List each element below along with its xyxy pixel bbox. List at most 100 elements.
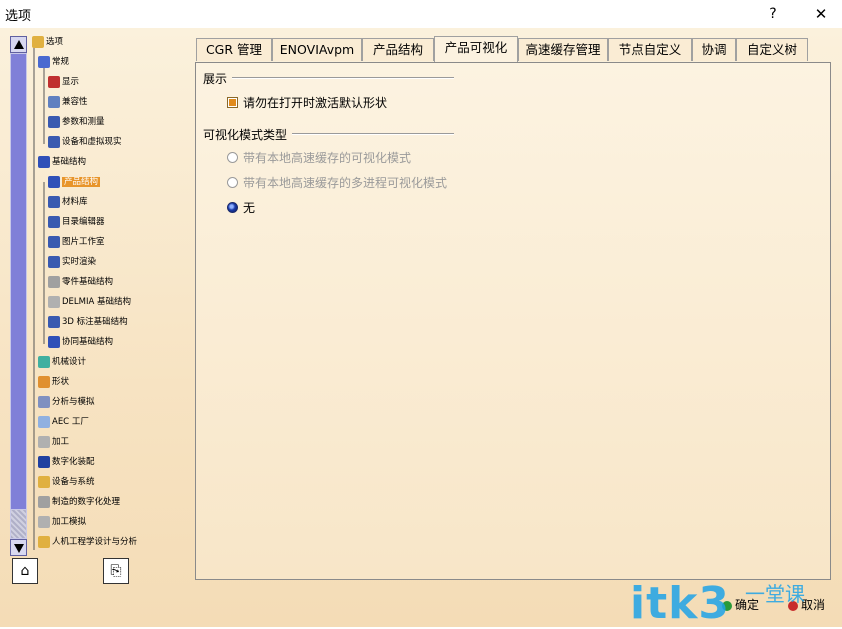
help-button[interactable]: ? bbox=[760, 3, 786, 25]
parameters-icon bbox=[48, 116, 60, 128]
tree-item[interactable]: 数字化装配 bbox=[38, 454, 95, 470]
tree-item-label: 人机工程学设计与分析 bbox=[52, 537, 138, 547]
tab-cgr-management[interactable]: CGR 管理 bbox=[196, 38, 272, 61]
tree-item-label: 材料库 bbox=[62, 197, 88, 207]
shape-icon bbox=[38, 376, 50, 388]
tree-item[interactable]: 实时渲染 bbox=[48, 254, 96, 270]
general-icon bbox=[38, 56, 50, 68]
tree-item[interactable]: AEC 工厂 bbox=[38, 414, 89, 430]
tree-item[interactable]: 设备与系统 bbox=[38, 474, 95, 490]
radio-local-cache[interactable] bbox=[227, 152, 238, 163]
default-shape-checkbox-label[interactable]: 请勿在打开时激活默认形状 bbox=[243, 94, 387, 111]
product-structure-icon bbox=[48, 176, 60, 188]
part-infrastructure-icon bbox=[48, 276, 60, 288]
watermark-logo: itk3 bbox=[630, 578, 730, 629]
compatibility-icon bbox=[48, 96, 60, 108]
tree-item[interactable]: 协同基础结构 bbox=[48, 334, 113, 350]
tree-item-label: 3D 标注基础结构 bbox=[62, 317, 128, 327]
viz-mode-group-divider bbox=[292, 133, 454, 135]
realtime-render-icon bbox=[48, 256, 60, 268]
tree-item-label: 基础结构 bbox=[52, 157, 87, 167]
tree-item-label: 加工 bbox=[52, 437, 70, 447]
title-bar: 选项 ? ✕ bbox=[0, 0, 842, 28]
radio-multiprocess-cache-label[interactable]: 带有本地高速缓存的多进程可视化模式 bbox=[243, 174, 447, 191]
photo-studio-icon bbox=[48, 236, 60, 248]
tree-item[interactable]: 分析与模拟 bbox=[38, 394, 95, 410]
scroll-thumb[interactable] bbox=[11, 54, 26, 509]
home-icon[interactable]: ⌂ bbox=[12, 558, 38, 584]
options-icon bbox=[32, 36, 44, 48]
tree-item-label: 常规 bbox=[52, 57, 70, 67]
digital-mockup-icon bbox=[38, 456, 50, 468]
tree-item[interactable]: 材料库 bbox=[48, 194, 88, 210]
display-icon bbox=[48, 76, 60, 88]
delmia-icon bbox=[48, 296, 60, 308]
scroll-track[interactable] bbox=[11, 510, 26, 538]
scroll-up-arrow-icon[interactable] bbox=[10, 36, 27, 53]
default-shape-checkbox[interactable] bbox=[227, 97, 238, 108]
tree-item[interactable]: 加工 bbox=[38, 434, 69, 450]
tree-item-label: 设备和虚拟现实 bbox=[62, 137, 122, 147]
tree-item-label: 零件基础结构 bbox=[62, 277, 114, 287]
tree-item[interactable]: 3D 标注基础结构 bbox=[48, 314, 128, 330]
tree-item[interactable]: 制造的数字化处理 bbox=[38, 494, 120, 510]
tree-item-label: 目录编辑器 bbox=[62, 217, 105, 227]
radio-local-cache-label[interactable]: 带有本地高速缓存的可视化模式 bbox=[243, 149, 411, 166]
scroll-down-arrow-icon[interactable] bbox=[10, 539, 27, 556]
tab-product-structure[interactable]: 产品结构 bbox=[362, 38, 434, 61]
watermark-sub: 一堂课 bbox=[745, 582, 805, 606]
tree-item[interactable]: 基础结构 bbox=[38, 154, 86, 170]
tree-scrollbar[interactable] bbox=[10, 36, 27, 556]
tree-item[interactable]: 形状 bbox=[38, 374, 69, 390]
tree-item[interactable]: 参数和测量 bbox=[48, 114, 105, 130]
tree-item-label: 制造的数字化处理 bbox=[52, 497, 121, 507]
reset-settings-icon[interactable]: ⎘ bbox=[103, 558, 129, 584]
radio-multiprocess-cache[interactable] bbox=[227, 177, 238, 188]
tab-product-visualization[interactable]: 产品可视化 bbox=[434, 36, 518, 62]
tree-item-label: 形状 bbox=[52, 377, 70, 387]
tree-item[interactable]: 兼容性 bbox=[48, 94, 88, 110]
collaboration-icon bbox=[48, 336, 60, 348]
tree-item[interactable]: 零件基础结构 bbox=[48, 274, 113, 290]
tab-node-customization[interactable]: 节点自定义 bbox=[608, 38, 692, 61]
tree-item[interactable]: 加工模拟 bbox=[38, 514, 86, 530]
tab-reconcile[interactable]: 协调 bbox=[692, 38, 736, 61]
tab-cache-management[interactable]: 高速缓存管理 bbox=[518, 38, 608, 61]
tree-item[interactable]: DELMIA 基础结构 bbox=[48, 294, 131, 310]
manufacturing-icon bbox=[38, 496, 50, 508]
aec-plant-icon bbox=[38, 416, 50, 428]
tree-item[interactable]: 人机工程学设计与分析 bbox=[38, 534, 137, 550]
tree-item[interactable]: 显示 bbox=[48, 74, 79, 90]
tree-item-label: 数字化装配 bbox=[52, 457, 95, 467]
radio-none[interactable] bbox=[227, 202, 238, 213]
tree-item[interactable]: 产品结构 bbox=[48, 174, 101, 190]
tree-item-label: 产品结构 bbox=[62, 177, 101, 187]
3d-annotation-icon bbox=[48, 316, 60, 328]
tree-item-label: DELMIA 基础结构 bbox=[62, 297, 132, 307]
viz-mode-group-title: 可视化模式类型 bbox=[203, 128, 288, 142]
tree-item-label: AEC 工厂 bbox=[52, 417, 89, 427]
tab-enoviavpm[interactable]: ENOVIAvpm bbox=[272, 38, 362, 61]
tree-item-label: 加工模拟 bbox=[52, 517, 87, 527]
display-group-divider bbox=[232, 77, 454, 79]
close-button[interactable]: ✕ bbox=[808, 3, 834, 25]
display-group-title: 展示 bbox=[203, 72, 228, 86]
infrastructure-icon bbox=[38, 156, 50, 168]
tree-item-label: 分析与模拟 bbox=[52, 397, 95, 407]
tab-tree-customization[interactable]: 自定义树 bbox=[736, 38, 808, 61]
tree-item-label: 协同基础结构 bbox=[62, 337, 114, 347]
tree-item[interactable]: 图片工作室 bbox=[48, 234, 105, 250]
tree-item-label: 实时渲染 bbox=[62, 257, 97, 267]
tree-item[interactable]: 设备和虚拟现实 bbox=[48, 134, 122, 150]
tree-item[interactable]: 目录编辑器 bbox=[48, 214, 105, 230]
window-title: 选项 bbox=[5, 9, 32, 24]
tree-item[interactable]: 机械设计 bbox=[38, 354, 86, 370]
tree-item[interactable]: 选项 bbox=[32, 34, 63, 50]
machining-sim-icon bbox=[38, 516, 50, 528]
tree-item-label: 设备与系统 bbox=[52, 477, 95, 487]
equipment-icon bbox=[38, 476, 50, 488]
tab-panel: 展示 请勿在打开时激活默认形状 可视化模式类型 带有本地高速缓存的可视化模式 带… bbox=[195, 62, 831, 580]
tree-item[interactable]: 常规 bbox=[38, 54, 69, 70]
tree-item-label: 兼容性 bbox=[62, 97, 88, 107]
radio-none-label[interactable]: 无 bbox=[243, 199, 255, 216]
